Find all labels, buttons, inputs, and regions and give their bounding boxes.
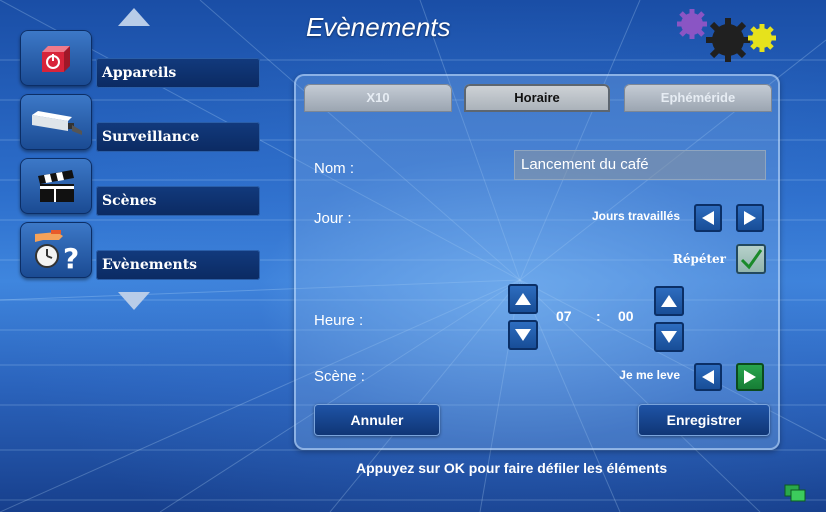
scene-label: Scène : [314,368,365,385]
arrow-down-icon [515,329,531,341]
repeat-checkbox[interactable] [736,244,766,274]
sidebar-item-appareils[interactable]: Appareils [20,30,260,92]
name-field[interactable]: Lancement du café [514,150,766,180]
day-label: Jour : [314,210,352,227]
sidebar-item-label: Surveillance [96,122,260,152]
gears-icon [677,9,776,62]
sidebar-item-evenements[interactable]: ? Evènements [20,222,260,284]
arrow-left-icon [702,370,714,384]
tab-x10[interactable]: X10 [304,84,452,112]
minute-down-button[interactable] [654,322,684,352]
footer-hint: Appuyez sur OK pour faire défiler les él… [356,460,668,476]
checkmark-icon [740,249,763,270]
scene-next-button[interactable] [736,363,764,391]
arrow-up-icon [515,293,531,305]
cancel-button[interactable]: Annuler [314,404,440,436]
hour-down-button[interactable] [508,320,538,350]
scene-value: Je me leve [619,368,680,382]
arrow-up-icon [661,295,677,307]
sidebar-item-label: Appareils [96,58,260,88]
tab-horaire[interactable]: Horaire [464,84,610,112]
arrow-right-icon [744,370,756,384]
arrow-down-icon [661,331,677,343]
power-box-icon [20,30,92,86]
name-label: Nom : [314,160,355,177]
hour-value: 07 [556,308,572,324]
day-value: Jours travaillés [591,209,680,223]
time-separator: : [596,308,601,324]
time-label: Heure : [314,312,364,329]
sidebar-item-scenes[interactable]: Scènes [20,158,260,220]
day-prev-button[interactable] [694,204,722,232]
repeat-label: Répéter [672,252,726,266]
windows-icon[interactable] [784,484,806,502]
sidebar-item-label: Scènes [96,186,260,216]
arrow-left-icon [702,211,714,225]
scroll-down-arrow-icon[interactable] [118,292,150,310]
minute-value: 00 [618,308,634,324]
minute-up-button[interactable] [654,286,684,316]
page-title: Evènements [306,12,451,42]
clapperboard-icon [20,158,92,214]
arrow-right-icon [744,211,756,225]
day-next-button[interactable] [736,204,764,232]
hand-clock-question-icon: ? [20,222,92,278]
event-form-panel: X10 Horaire Ephéméride Nom : Lancement d… [294,74,780,450]
camera-icon [20,94,92,150]
scene-prev-button[interactable] [694,363,722,391]
scroll-up-arrow-icon[interactable] [118,8,150,26]
save-button[interactable]: Enregistrer [638,404,770,436]
hour-up-button[interactable] [508,284,538,314]
tab-ephemeride[interactable]: Ephéméride [624,84,772,112]
sidebar-item-label: Evènements [96,250,260,280]
svg-text:?: ? [63,242,79,272]
sidebar-item-surveillance[interactable]: Surveillance [20,94,260,156]
